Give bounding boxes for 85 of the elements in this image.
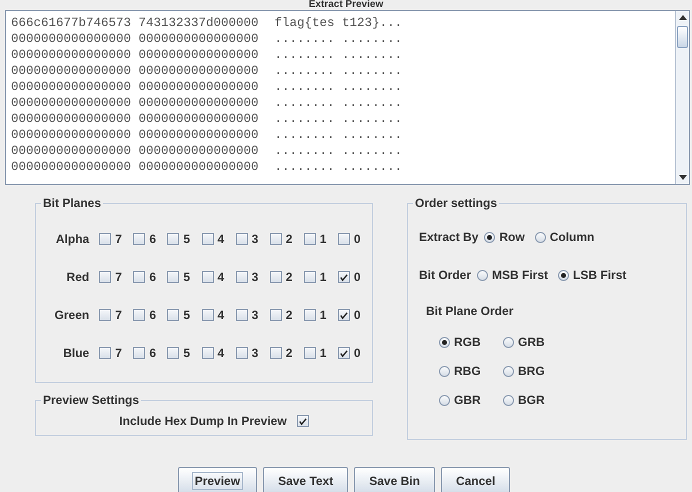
extract-by-radio[interactable]: Row bbox=[484, 230, 525, 244]
bit-checkbox[interactable]: 2 bbox=[270, 232, 304, 246]
bit-checkbox[interactable]: 0 bbox=[338, 232, 372, 246]
panel-title: Extract Preview bbox=[308, 0, 384, 10]
bit-checkbox[interactable]: 7 bbox=[99, 232, 134, 246]
hex-dump-text: 0000000000000000 0000000000000000 bbox=[11, 47, 259, 63]
scroll-down-icon[interactable] bbox=[678, 175, 686, 180]
hex-dump-checkbox[interactable]: Include Hex Dump In Preview bbox=[99, 414, 309, 428]
extract-by-radio[interactable]: Column bbox=[534, 230, 594, 244]
hex-dump-text: 0000000000000000 0000000000000000 bbox=[11, 143, 259, 159]
bit-checkbox[interactable]: 4 bbox=[202, 232, 236, 246]
channel-label: Blue bbox=[62, 346, 90, 360]
bit-checkbox[interactable]: 6 bbox=[133, 232, 168, 246]
hex-dump-text: 0000000000000000 0000000000000000 bbox=[11, 159, 259, 175]
hex-dump-text: 0000000000000000 0000000000000000 bbox=[11, 95, 259, 111]
group-title: Preview Settings bbox=[41, 392, 142, 408]
hex-dump-text: 0000000000000000 0000000000000000 bbox=[11, 31, 259, 47]
bit-checkbox[interactable]: 1 bbox=[304, 270, 338, 284]
ascii-text: ........ ........ bbox=[274, 31, 402, 47]
bit-checkbox[interactable]: 7 bbox=[99, 308, 134, 322]
dialog-button[interactable]: Save Text bbox=[263, 467, 348, 492]
bit-checkbox[interactable]: 0 bbox=[338, 346, 372, 360]
check-icon bbox=[339, 348, 348, 358]
check-icon bbox=[339, 310, 348, 320]
bit-checkbox[interactable]: 3 bbox=[236, 308, 270, 322]
group-title: Order settings bbox=[413, 195, 500, 211]
bit-checkbox[interactable]: 5 bbox=[167, 232, 202, 246]
bit-plane-order-label: Bit Plane Order bbox=[426, 304, 514, 320]
dialog-button[interactable]: Cancel bbox=[440, 467, 510, 492]
bit-checkbox[interactable]: 1 bbox=[304, 308, 338, 322]
check-icon bbox=[339, 272, 348, 282]
scroll-thumb[interactable] bbox=[677, 26, 688, 48]
plane-order-radio[interactable]: GBR bbox=[439, 392, 503, 408]
ascii-text: ........ ........ bbox=[274, 63, 402, 79]
vertical-scrollbar[interactable] bbox=[675, 11, 689, 184]
ascii-text: ........ ........ bbox=[274, 79, 402, 95]
ascii-text: ........ ........ bbox=[274, 95, 402, 111]
bit-order-radio[interactable]: LSB First bbox=[558, 268, 626, 282]
scroll-up-icon[interactable] bbox=[678, 15, 686, 20]
bit-checkbox[interactable]: 2 bbox=[270, 308, 304, 322]
ascii-text: ........ ........ bbox=[274, 47, 402, 63]
ascii-text: ........ ........ bbox=[274, 159, 402, 175]
bit-checkbox[interactable]: 5 bbox=[167, 308, 202, 322]
bit-checkbox[interactable]: 6 bbox=[133, 270, 168, 284]
bit-checkbox[interactable]: 1 bbox=[304, 346, 338, 360]
bit-order-label: Bit Order bbox=[419, 268, 472, 282]
plane-order-radio[interactable]: RGB bbox=[439, 334, 503, 350]
hex-dump-text: 0000000000000000 0000000000000000 bbox=[11, 79, 259, 95]
bit-checkbox[interactable]: 0 bbox=[338, 270, 372, 284]
ascii-text: ........ ........ bbox=[274, 111, 402, 127]
hex-dump-text: 0000000000000000 0000000000000000 bbox=[11, 127, 259, 143]
ascii-text: ........ ........ bbox=[274, 127, 402, 143]
bit-checkbox[interactable]: 3 bbox=[236, 346, 270, 360]
bit-checkbox[interactable]: 2 bbox=[270, 270, 304, 284]
check-icon bbox=[298, 416, 308, 426]
channel-label: Green bbox=[54, 308, 90, 322]
dialog-button[interactable]: Save Bin bbox=[354, 467, 435, 492]
bit-checkbox[interactable]: 0 bbox=[338, 308, 372, 322]
bit-checkbox[interactable]: 4 bbox=[202, 346, 236, 360]
bit-checkbox[interactable]: 4 bbox=[202, 270, 236, 284]
hex-dump-text: 0000000000000000 0000000000000000 bbox=[11, 111, 259, 127]
hex-dump-text: 666c61677b746573 743132337d000000 bbox=[11, 15, 259, 31]
bit-order-radio[interactable]: MSB First bbox=[477, 268, 548, 282]
bit-checkbox[interactable]: 3 bbox=[236, 270, 270, 284]
bit-checkbox[interactable]: 1 bbox=[304, 232, 338, 246]
bit-checkbox[interactable]: 6 bbox=[133, 308, 168, 322]
bit-checkbox[interactable]: 7 bbox=[99, 346, 134, 360]
hex-dump-text: 0000000000000000 0000000000000000 bbox=[11, 63, 259, 79]
plane-order-radio[interactable]: BRG bbox=[503, 363, 567, 379]
bit-checkbox[interactable]: 3 bbox=[236, 232, 270, 246]
bit-checkbox[interactable]: 5 bbox=[167, 346, 202, 360]
bit-checkbox[interactable]: 4 bbox=[202, 308, 236, 322]
ascii-text: ........ ........ bbox=[274, 143, 402, 159]
plane-order-radio[interactable]: BGR bbox=[503, 392, 567, 408]
extract-by-label: Extract By bbox=[419, 230, 478, 244]
plane-order-radio[interactable]: RBG bbox=[439, 363, 503, 379]
ascii-text: flag{tes t123}... bbox=[274, 15, 402, 31]
bit-checkbox[interactable]: 2 bbox=[270, 346, 304, 360]
plane-order-radio[interactable]: GRB bbox=[503, 334, 567, 350]
bit-checkbox[interactable]: 7 bbox=[99, 270, 134, 284]
channel-label: Alpha bbox=[54, 232, 90, 246]
channel-label: Red bbox=[66, 270, 90, 284]
bit-checkbox[interactable]: 5 bbox=[167, 270, 202, 284]
bit-checkbox[interactable]: 6 bbox=[133, 346, 168, 360]
dialog-button[interactable]: Preview bbox=[178, 467, 258, 492]
